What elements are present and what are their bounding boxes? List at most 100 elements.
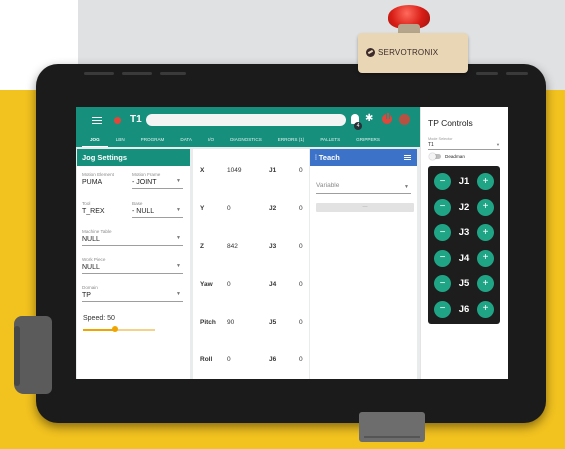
tab-data[interactable]: DATA <box>172 133 200 147</box>
jog-minus-button[interactable]: − <box>434 224 451 241</box>
tab-io[interactable]: I/O <box>200 133 222 147</box>
notification-badge: 4 <box>354 122 362 130</box>
jog-plus-button[interactable]: + <box>477 275 494 292</box>
dropdown-caret-icon: ▼ <box>176 206 181 213</box>
dropdown-caret-icon: ▼ <box>404 184 409 190</box>
jog-minus-button[interactable]: − <box>434 198 451 216</box>
jog-minus-button[interactable]: − <box>434 173 451 190</box>
field-label: Motion Frame <box>132 172 161 177</box>
power-icon[interactable] <box>382 113 392 124</box>
joint-name: J6 <box>269 356 277 363</box>
joint-value: 0 <box>299 281 303 288</box>
joint-name: J4 <box>269 281 277 288</box>
brand-logo-icon <box>366 47 375 57</box>
axis-name: Pitch <box>200 319 216 326</box>
joint-name: J5 <box>269 319 277 326</box>
field-underline <box>82 273 183 274</box>
speed-label: Speed: 50 <box>83 315 115 322</box>
axis-name: Roll <box>200 356 213 363</box>
tab-lbn[interactable]: LBN <box>108 133 133 147</box>
teach-button[interactable]: — <box>316 203 414 212</box>
joint-value: 0 <box>299 319 303 326</box>
teach-header: ⫶ Teach <box>310 149 417 166</box>
axis-name: Yaw <box>200 281 213 288</box>
dropdown-caret-icon: ▼ <box>176 177 181 184</box>
teach-title: Teach <box>318 153 340 162</box>
field-value: TP <box>82 292 91 299</box>
tab-jog[interactable]: JOG <box>82 133 108 147</box>
motion-element-field[interactable]: Motion Element PUMA <box>82 172 128 186</box>
joint-jog-row: − J5 + <box>428 274 500 294</box>
machine-table-field[interactable]: Machine Table NULL ▼ <box>82 229 183 246</box>
domain-field[interactable]: Domain TP ▼ <box>82 285 183 302</box>
axis-value: 1049 <box>227 167 242 174</box>
joint-value: 0 <box>299 205 303 212</box>
joint-value: 0 <box>299 243 303 250</box>
speed-slider-fill <box>83 329 116 331</box>
menu-icon[interactable] <box>92 117 102 124</box>
joint-jog-row: − J2 + <box>428 198 500 218</box>
teach-menu-icon[interactable] <box>404 155 411 160</box>
field-underline <box>132 188 183 189</box>
jog-plus-button[interactable]: + <box>477 198 494 216</box>
work-piece-field[interactable]: Work Piece NULL ▼ <box>82 257 183 274</box>
coordinate-row: Yaw 0 J4 0 <box>193 281 309 293</box>
field-value: PUMA <box>82 179 103 186</box>
jog-minus-button[interactable]: − <box>434 275 451 292</box>
mode-selector[interactable]: T1 ▼ <box>428 142 500 150</box>
joint-jog-row: − J1 + <box>428 172 500 192</box>
coordinate-row: Z 842 J3 0 <box>193 243 309 255</box>
joint-label: J6 <box>458 303 470 315</box>
app-title: T1 <box>130 114 142 125</box>
command-input[interactable] <box>146 114 346 126</box>
dropdown-caret-icon: ▼ <box>176 290 181 297</box>
dropdown-caret-icon: ▼ <box>176 262 181 269</box>
app-bar: T1 4 ✱ <box>76 107 420 133</box>
variable-placeholder: Variable <box>316 182 340 189</box>
teach-panel: ⫶ Teach Variable ▼ — <box>310 149 417 379</box>
joint-label: J1 <box>458 176 470 187</box>
dropdown-caret-icon: ▼ <box>496 142 500 147</box>
coordinate-row: Pitch 90 J5 0 <box>193 319 309 331</box>
pendant-bottom-foot-line <box>364 436 420 438</box>
axis-name: Y <box>200 205 205 212</box>
jog-plus-button[interactable]: + <box>477 173 494 190</box>
jog-plus-button[interactable]: + <box>477 249 494 267</box>
tab-diagnostics[interactable]: DIAGNOSTICS <box>222 133 270 147</box>
jog-minus-button[interactable]: − <box>434 249 451 267</box>
brand-name: SERVOTRONIX <box>378 47 439 57</box>
axis-value: 842 <box>227 243 238 250</box>
speed-slider-thumb[interactable] <box>112 326 119 332</box>
pendant-slot <box>84 72 114 75</box>
joint-jog-row: − J6 + <box>428 300 500 320</box>
jog-plus-button[interactable]: + <box>477 300 494 318</box>
pendant-screen: T1 4 ✱ JOG LBN PROGRAM DATA I/O DIAGNOST… <box>76 107 508 379</box>
joint-jog-row: − J4 + <box>428 249 500 269</box>
field-underline <box>82 245 183 246</box>
tab-pallets[interactable]: PALLETS <box>312 133 348 147</box>
axis-value: 0 <box>227 281 231 288</box>
user-icon[interactable] <box>399 114 410 125</box>
gear-icon[interactable]: ✱ <box>365 114 375 124</box>
motion-frame-field[interactable]: Motion Frame - JOINT ▼ <box>132 172 183 189</box>
status-indicator-icon <box>114 117 121 124</box>
tab-program[interactable]: PROGRAM <box>133 133 173 147</box>
deadman-toggle[interactable] <box>429 152 441 160</box>
tool-field[interactable]: Tool T_REX <box>82 201 128 215</box>
field-value: T_REX <box>82 208 105 215</box>
tp-controls-panel: TP Controls Mode Selector T1 ▼ Deadman −… <box>420 107 508 379</box>
jog-settings-title: Jog Settings <box>77 149 190 166</box>
tab-grippers[interactable]: GRIPPERS <box>348 133 388 147</box>
jog-minus-button[interactable]: − <box>434 300 451 318</box>
base-field[interactable]: Base - NULL ▼ <box>132 201 183 218</box>
pendant-slot <box>122 72 152 75</box>
coordinate-row: X 1049 J1 0 <box>193 167 309 179</box>
tab-errors[interactable]: ERRORS (1) <box>270 133 313 147</box>
speed-slider[interactable] <box>83 326 155 332</box>
jog-plus-button[interactable]: + <box>477 224 494 241</box>
joint-label: J4 <box>458 252 470 264</box>
joint-label: J2 <box>458 201 470 213</box>
field-label: Tool <box>82 201 91 206</box>
variable-select[interactable]: Variable ▼ <box>316 182 411 194</box>
field-label: Work Piece <box>82 257 106 262</box>
